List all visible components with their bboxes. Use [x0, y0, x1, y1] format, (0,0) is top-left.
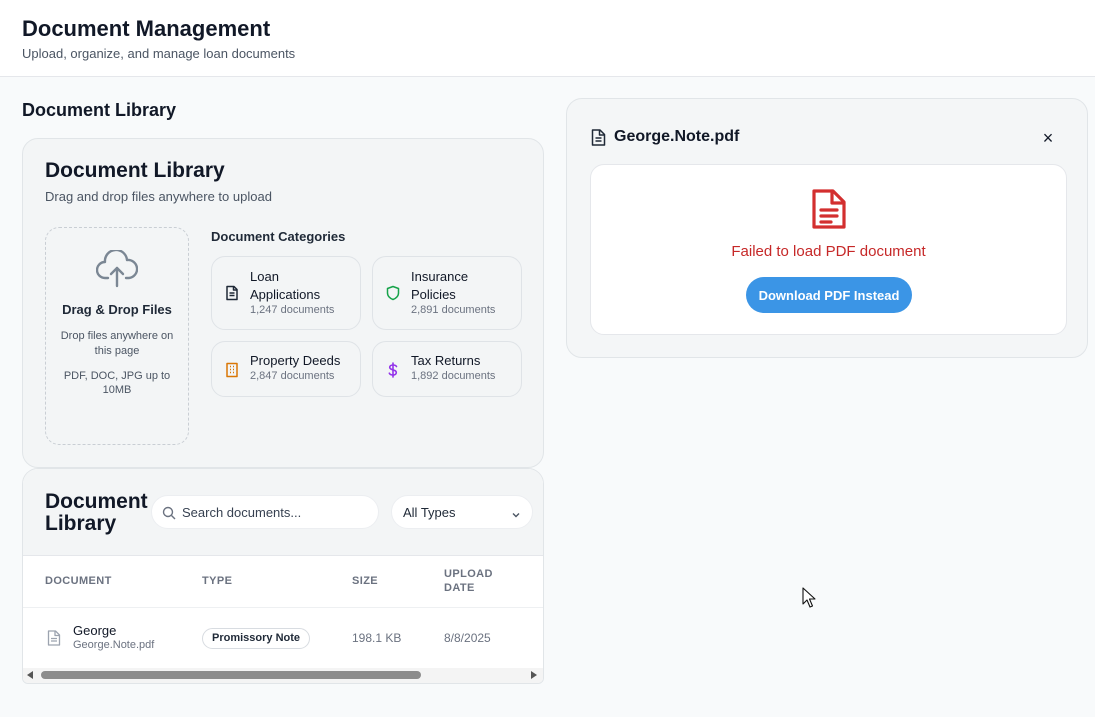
category-property-deeds[interactable]: Property Deeds 2,847 documents: [211, 341, 361, 397]
category-count: 1,247 documents: [250, 304, 335, 316]
pdf-error-message: Failed to load PDF document: [731, 243, 926, 260]
category-loan-applications[interactable]: Loan Applications 1,247 documents: [211, 256, 361, 330]
category-insurance-policies[interactable]: Insurance Policies 2,891 documents: [372, 256, 522, 330]
scroll-right-arrow-icon[interactable]: [531, 671, 537, 679]
document-icon: [224, 285, 240, 301]
pdf-viewer-panel: George.Note.pdf × Failed to load PDF doc…: [566, 98, 1088, 358]
cloud-upload-icon: [95, 248, 139, 293]
category-count: 1,892 documents: [411, 370, 496, 382]
category-count: 2,891 documents: [411, 304, 496, 316]
table-toolbar: Document Library All Types: [23, 469, 543, 556]
scrollbar-thumb[interactable]: [41, 671, 421, 679]
building-icon: [224, 362, 240, 378]
shield-icon: [385, 285, 401, 301]
chevron-down-icon: [511, 508, 521, 523]
table-title: Document Library: [45, 490, 148, 535]
type-filter-value: All Types: [403, 505, 456, 520]
pdf-error-box: Failed to load PDF document Download PDF…: [590, 164, 1067, 335]
category-count: 2,847 documents: [250, 370, 335, 382]
page-subtitle: Upload, organize, and manage loan docume…: [22, 46, 296, 61]
close-icon[interactable]: ×: [1037, 127, 1059, 149]
category-name: Loan Applications: [250, 269, 321, 302]
download-pdf-button[interactable]: Download PDF Instead: [746, 277, 912, 313]
dropzone-title: Drag & Drop Files: [62, 302, 172, 317]
document-size: 198.1 KB: [352, 631, 402, 645]
column-header-document[interactable]: DOCUMENT: [45, 574, 112, 588]
category-tax-returns[interactable]: Tax Returns 1,892 documents: [372, 341, 522, 397]
scroll-left-arrow-icon[interactable]: [27, 671, 33, 679]
viewer-title: George.Note.pdf: [614, 128, 740, 145]
column-header-size[interactable]: SIZE: [352, 574, 378, 588]
categories-title: Document Categories: [211, 229, 346, 244]
horizontal-scrollbar[interactable]: [23, 668, 543, 683]
page-title: Document Management: [22, 16, 271, 41]
file-dropzone[interactable]: Drag & Drop Files Drop files anywhere on…: [45, 227, 189, 445]
search-input[interactable]: [182, 496, 372, 528]
column-header-type[interactable]: TYPE: [202, 574, 232, 588]
library-card-subtitle: Drag and drop files anywhere to upload: [45, 189, 272, 204]
document-icon: [591, 129, 606, 151]
category-name: Insurance Policies: [411, 269, 469, 302]
page-header: Document Management Upload, organize, an…: [0, 0, 1095, 77]
file-icon: [47, 630, 61, 651]
documents-table-card: Document Library All Types DOCUMENT TYPE…: [22, 468, 544, 684]
search-box[interactable]: [151, 495, 379, 529]
category-name: Tax Returns: [411, 353, 481, 368]
document-library-card: Document Library Drag and drop files any…: [22, 138, 544, 468]
type-filter-select[interactable]: All Types: [391, 495, 533, 529]
file-error-icon: [811, 188, 847, 235]
dollar-icon: [385, 362, 401, 378]
search-icon: [162, 506, 176, 525]
column-header-upload-date[interactable]: UPLOAD DATE: [444, 567, 504, 595]
section-title: Document Library: [22, 100, 177, 120]
dropzone-description: Drop files anywhere on this page: [60, 330, 174, 357]
library-card-title: Document Library: [45, 159, 225, 182]
category-name: Property Deeds: [250, 353, 341, 368]
document-type-badge: Promissory Note: [202, 628, 311, 649]
document-upload-date: 8/8/2025: [444, 631, 491, 645]
mouse-cursor-icon: [802, 587, 816, 614]
document-name: George: [73, 623, 117, 638]
document-filename: George.Note.pdf: [73, 639, 155, 651]
dropzone-formats: PDF, DOC, JPG up to 10MB: [63, 370, 171, 396]
